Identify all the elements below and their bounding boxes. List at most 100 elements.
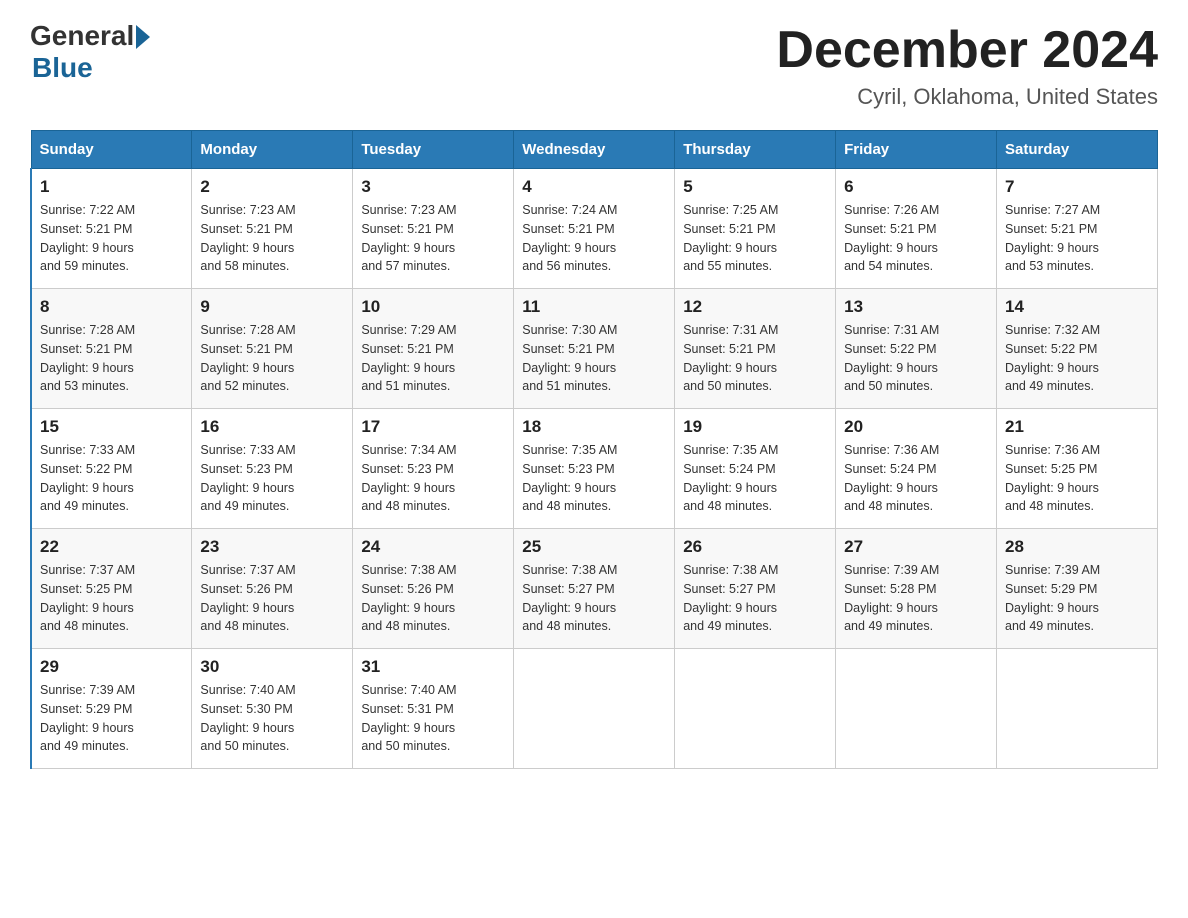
calendar-cell: 18 Sunrise: 7:35 AMSunset: 5:23 PMDayligh… (514, 409, 675, 529)
day-number: 27 (844, 537, 988, 557)
calendar-cell: 9 Sunrise: 7:28 AMSunset: 5:21 PMDaylight… (192, 289, 353, 409)
day-number: 30 (200, 657, 344, 677)
day-number: 2 (200, 177, 344, 197)
day-number: 4 (522, 177, 666, 197)
calendar-cell: 27 Sunrise: 7:39 AMSunset: 5:28 PMDayligh… (836, 529, 997, 649)
calendar-cell: 8 Sunrise: 7:28 AMSunset: 5:21 PMDaylight… (31, 289, 192, 409)
day-info: Sunrise: 7:38 AMSunset: 5:26 PMDaylight:… (361, 561, 505, 636)
day-header-tuesday: Tuesday (353, 131, 514, 169)
day-info: Sunrise: 7:26 AMSunset: 5:21 PMDaylight:… (844, 201, 988, 276)
day-header-friday: Friday (836, 131, 997, 169)
day-info: Sunrise: 7:32 AMSunset: 5:22 PMDaylight:… (1005, 321, 1149, 396)
calendar-cell: 10 Sunrise: 7:29 AMSunset: 5:21 PMDayligh… (353, 289, 514, 409)
day-number: 1 (40, 177, 183, 197)
day-info: Sunrise: 7:38 AMSunset: 5:27 PMDaylight:… (683, 561, 827, 636)
calendar-header-row: SundayMondayTuesdayWednesdayThursdayFrid… (31, 131, 1158, 169)
calendar-cell: 13 Sunrise: 7:31 AMSunset: 5:22 PMDayligh… (836, 289, 997, 409)
calendar-cell: 5 Sunrise: 7:25 AMSunset: 5:21 PMDaylight… (675, 169, 836, 289)
day-number: 14 (1005, 297, 1149, 317)
logo-arrow-icon (136, 25, 150, 49)
calendar-cell: 15 Sunrise: 7:33 AMSunset: 5:22 PMDayligh… (31, 409, 192, 529)
calendar-week-3: 15 Sunrise: 7:33 AMSunset: 5:22 PMDayligh… (31, 409, 1158, 529)
day-info: Sunrise: 7:25 AMSunset: 5:21 PMDaylight:… (683, 201, 827, 276)
day-number: 16 (200, 417, 344, 437)
title-section: December 2024 Cyril, Oklahoma, United St… (776, 20, 1158, 110)
day-number: 9 (200, 297, 344, 317)
location-text: Cyril, Oklahoma, United States (776, 84, 1158, 110)
day-info: Sunrise: 7:39 AMSunset: 5:29 PMDaylight:… (1005, 561, 1149, 636)
calendar-week-1: 1 Sunrise: 7:22 AMSunset: 5:21 PMDaylight… (31, 169, 1158, 289)
day-info: Sunrise: 7:36 AMSunset: 5:24 PMDaylight:… (844, 441, 988, 516)
day-info: Sunrise: 7:29 AMSunset: 5:21 PMDaylight:… (361, 321, 505, 396)
day-info: Sunrise: 7:22 AMSunset: 5:21 PMDaylight:… (40, 201, 183, 276)
day-info: Sunrise: 7:35 AMSunset: 5:23 PMDaylight:… (522, 441, 666, 516)
calendar-cell: 26 Sunrise: 7:38 AMSunset: 5:27 PMDayligh… (675, 529, 836, 649)
calendar-cell: 4 Sunrise: 7:24 AMSunset: 5:21 PMDaylight… (514, 169, 675, 289)
day-info: Sunrise: 7:33 AMSunset: 5:22 PMDaylight:… (40, 441, 183, 516)
day-info: Sunrise: 7:40 AMSunset: 5:31 PMDaylight:… (361, 681, 505, 756)
day-number: 24 (361, 537, 505, 557)
calendar-cell: 19 Sunrise: 7:35 AMSunset: 5:24 PMDayligh… (675, 409, 836, 529)
day-number: 29 (40, 657, 183, 677)
day-info: Sunrise: 7:34 AMSunset: 5:23 PMDaylight:… (361, 441, 505, 516)
day-number: 13 (844, 297, 988, 317)
day-info: Sunrise: 7:39 AMSunset: 5:29 PMDaylight:… (40, 681, 183, 756)
calendar-cell (675, 649, 836, 769)
calendar-week-4: 22Sunrise: 7:37 AMSunset: 5:25 PMDayligh… (31, 529, 1158, 649)
calendar-cell: 12 Sunrise: 7:31 AMSunset: 5:21 PMDayligh… (675, 289, 836, 409)
day-header-monday: Monday (192, 131, 353, 169)
calendar-cell: 23Sunrise: 7:37 AMSunset: 5:26 PMDayligh… (192, 529, 353, 649)
logo-general-text: General (30, 20, 134, 52)
calendar-cell: 1 Sunrise: 7:22 AMSunset: 5:21 PMDaylight… (31, 169, 192, 289)
day-info: Sunrise: 7:35 AMSunset: 5:24 PMDaylight:… (683, 441, 827, 516)
day-info: Sunrise: 7:28 AMSunset: 5:21 PMDaylight:… (40, 321, 183, 396)
day-info: Sunrise: 7:39 AMSunset: 5:28 PMDaylight:… (844, 561, 988, 636)
day-header-thursday: Thursday (675, 131, 836, 169)
day-header-sunday: Sunday (31, 131, 192, 169)
logo-blue-text: Blue (32, 52, 93, 84)
day-number: 17 (361, 417, 505, 437)
calendar-cell: 30Sunrise: 7:40 AMSunset: 5:30 PMDayligh… (192, 649, 353, 769)
day-number: 5 (683, 177, 827, 197)
day-number: 6 (844, 177, 988, 197)
day-number: 12 (683, 297, 827, 317)
day-number: 10 (361, 297, 505, 317)
day-info: Sunrise: 7:37 AMSunset: 5:25 PMDaylight:… (40, 561, 183, 636)
page-header: General Blue December 2024 Cyril, Oklaho… (30, 20, 1158, 110)
day-info: Sunrise: 7:38 AMSunset: 5:27 PMDaylight:… (522, 561, 666, 636)
calendar-cell: 16 Sunrise: 7:33 AMSunset: 5:23 PMDayligh… (192, 409, 353, 529)
day-number: 11 (522, 297, 666, 317)
day-number: 26 (683, 537, 827, 557)
day-info: Sunrise: 7:24 AMSunset: 5:21 PMDaylight:… (522, 201, 666, 276)
day-number: 20 (844, 417, 988, 437)
day-header-saturday: Saturday (997, 131, 1158, 169)
calendar-week-5: 29 Sunrise: 7:39 AMSunset: 5:29 PMDayligh… (31, 649, 1158, 769)
day-number: 8 (40, 297, 183, 317)
day-info: Sunrise: 7:30 AMSunset: 5:21 PMDaylight:… (522, 321, 666, 396)
day-info: Sunrise: 7:31 AMSunset: 5:21 PMDaylight:… (683, 321, 827, 396)
calendar-cell: 22Sunrise: 7:37 AMSunset: 5:25 PMDayligh… (31, 529, 192, 649)
day-info: Sunrise: 7:31 AMSunset: 5:22 PMDaylight:… (844, 321, 988, 396)
day-number: 3 (361, 177, 505, 197)
day-info: Sunrise: 7:36 AMSunset: 5:25 PMDaylight:… (1005, 441, 1149, 516)
calendar-cell: 2 Sunrise: 7:23 AMSunset: 5:21 PMDaylight… (192, 169, 353, 289)
calendar-cell: 7Sunrise: 7:27 AMSunset: 5:21 PMDaylight… (997, 169, 1158, 289)
calendar-cell: 3Sunrise: 7:23 AMSunset: 5:21 PMDaylight… (353, 169, 514, 289)
calendar-cell (836, 649, 997, 769)
calendar-cell: 6 Sunrise: 7:26 AMSunset: 5:21 PMDaylight… (836, 169, 997, 289)
day-number: 15 (40, 417, 183, 437)
calendar-cell: 21Sunrise: 7:36 AMSunset: 5:25 PMDayligh… (997, 409, 1158, 529)
calendar-cell: 14 Sunrise: 7:32 AMSunset: 5:22 PMDayligh… (997, 289, 1158, 409)
calendar-cell (514, 649, 675, 769)
day-number: 31 (361, 657, 505, 677)
calendar-cell (997, 649, 1158, 769)
day-info: Sunrise: 7:23 AMSunset: 5:21 PMDaylight:… (200, 201, 344, 276)
calendar-cell: 11 Sunrise: 7:30 AMSunset: 5:21 PMDayligh… (514, 289, 675, 409)
day-header-wednesday: Wednesday (514, 131, 675, 169)
calendar-cell: 31 Sunrise: 7:40 AMSunset: 5:31 PMDayligh… (353, 649, 514, 769)
logo: General Blue (30, 20, 150, 84)
day-number: 18 (522, 417, 666, 437)
day-info: Sunrise: 7:33 AMSunset: 5:23 PMDaylight:… (200, 441, 344, 516)
day-number: 19 (683, 417, 827, 437)
day-info: Sunrise: 7:28 AMSunset: 5:21 PMDaylight:… (200, 321, 344, 396)
